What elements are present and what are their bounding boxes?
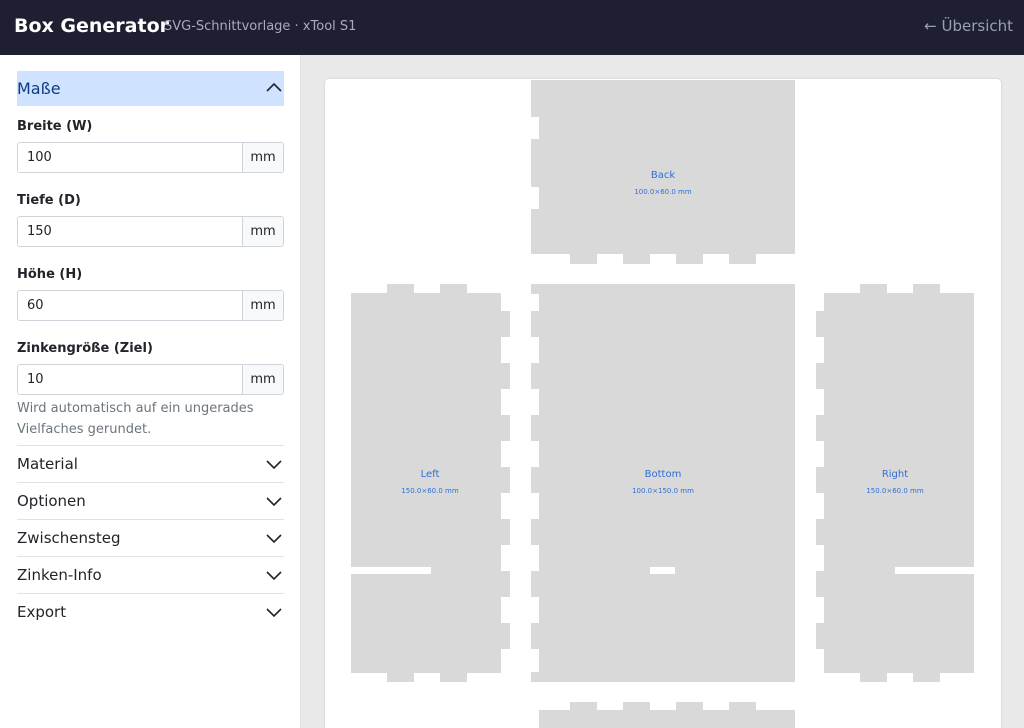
accordion-title-zinken-info: Zinken-Info <box>17 566 102 584</box>
width-input-group: mm <box>17 142 284 173</box>
chevron-down-icon <box>266 571 282 581</box>
width-input[interactable] <box>18 143 242 172</box>
left-panel <box>351 284 510 682</box>
height-unit: mm <box>242 291 283 320</box>
right-panel-slot <box>895 567 974 574</box>
bottom-panel-label: Bottom <box>645 469 682 480</box>
back-panel-dims: 100.0×60.0 mm <box>634 188 692 196</box>
finger-size-label: Zinkengröße (Ziel) <box>17 341 153 356</box>
accordion-header-optionen[interactable]: Optionen <box>17 482 284 519</box>
width-unit: mm <box>242 143 283 172</box>
accordion-header-zwischensteg[interactable]: Zwischensteg <box>17 519 284 556</box>
width-label: Breite (W) <box>17 119 93 134</box>
accordion-title-material: Material <box>17 455 78 473</box>
accordion-header-export[interactable]: Export <box>17 593 284 630</box>
chevron-down-icon <box>266 497 282 507</box>
chevron-down-icon <box>266 534 282 544</box>
height-label: Höhe (H) <box>17 267 83 282</box>
chevron-up-icon <box>266 82 282 92</box>
height-input-group: mm <box>17 290 284 321</box>
bottom-panel-dims: 100.0×150.0 mm <box>632 487 694 495</box>
depth-unit: mm <box>242 217 283 246</box>
depth-input[interactable] <box>18 217 242 246</box>
accordion-header-zinken-info[interactable]: Zinken-Info <box>17 556 284 593</box>
right-panel-label: Right <box>882 469 908 480</box>
accordion-header-material[interactable]: Material <box>17 445 284 482</box>
depth-label: Tiefe (D) <box>17 193 81 208</box>
accordion-title-masse: Maße <box>17 79 61 98</box>
bottom-panel-slot <box>650 567 675 574</box>
top-navbar: Box Generator SVG-Schnittvorlage · xTool… <box>0 0 1024 55</box>
app-title: Box Generator <box>14 15 169 37</box>
accordion-header-masse[interactable]: Maße <box>17 71 284 106</box>
app-subtitle: SVG-Schnittvorlage · xTool S1 <box>164 19 357 34</box>
cut-template-svg: Back 100.0×60.0 mm Left 150.0×60.0 mm Bo… <box>351 80 974 728</box>
front-panel <box>539 702 795 728</box>
left-panel-slot <box>351 567 431 574</box>
finger-size-input[interactable] <box>18 365 242 394</box>
depth-input-group: mm <box>17 216 284 247</box>
left-panel-label: Left <box>421 469 440 480</box>
right-panel <box>816 284 974 682</box>
chevron-down-icon <box>266 460 282 470</box>
accordion-title-export: Export <box>17 603 67 621</box>
back-panel-label: Back <box>651 170 675 181</box>
accordion-title-optionen: Optionen <box>17 492 86 510</box>
settings-sidebar: Maße Breite (W) mm Tiefe (D) mm Höhe (H)… <box>0 55 301 728</box>
right-panel-dims: 150.0×60.0 mm <box>866 487 924 495</box>
svg-preview-card: Back 100.0×60.0 mm Left 150.0×60.0 mm Bo… <box>325 79 1001 728</box>
chevron-down-icon <box>266 608 282 618</box>
bottom-panel <box>531 284 795 682</box>
height-input[interactable] <box>18 291 242 320</box>
finger-size-unit: mm <box>242 365 283 394</box>
finger-size-help: Wird automatisch auf ein ungerades Vielf… <box>17 401 254 437</box>
accordion-title-zwischensteg: Zwischensteg <box>17 529 121 547</box>
finger-size-input-group: mm <box>17 364 284 395</box>
left-panel-dims: 150.0×60.0 mm <box>401 487 459 495</box>
preview-area: Back 100.0×60.0 mm Left 150.0×60.0 mm Bo… <box>301 55 1024 728</box>
overview-link[interactable]: ← Übersicht <box>924 17 1013 35</box>
